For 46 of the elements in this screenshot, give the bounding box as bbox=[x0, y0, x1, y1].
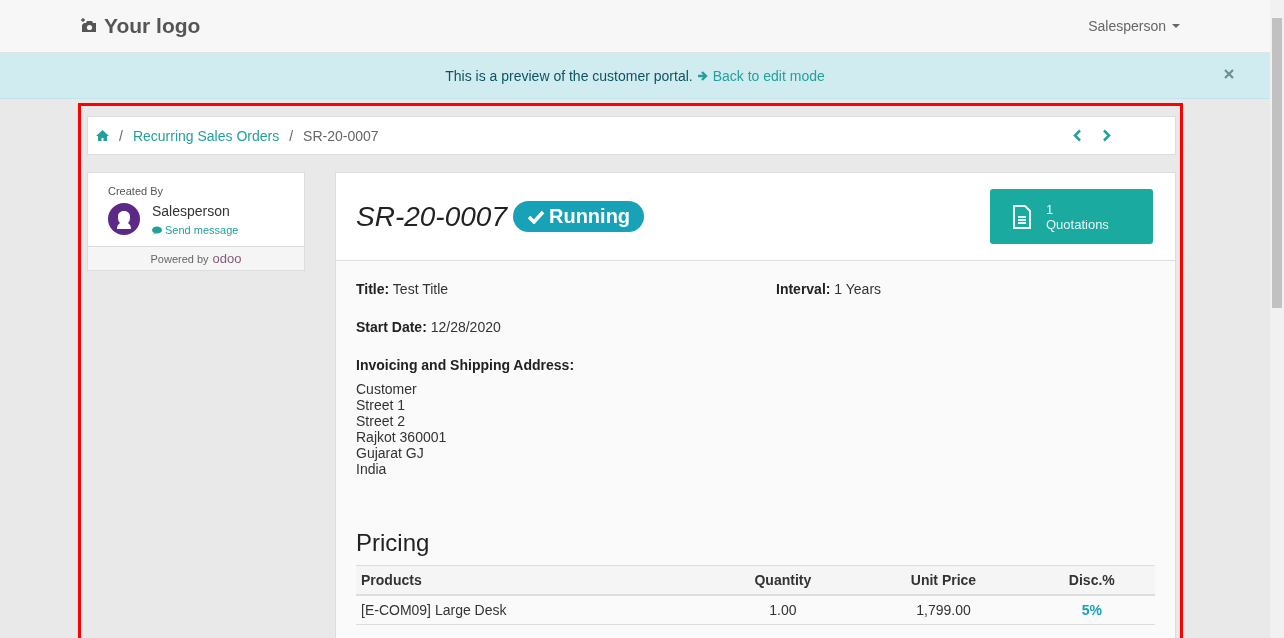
chat-bubble-icon bbox=[152, 225, 162, 235]
section-title: Pricing bbox=[356, 529, 431, 557]
arrow-right-icon bbox=[696, 69, 709, 82]
table-cell: [E-COM09] Large Desk bbox=[356, 595, 708, 625]
breadcrumb-current: SR-20-0007 bbox=[303, 127, 379, 144]
check-icon bbox=[527, 209, 545, 224]
breadcrumb-separator: / bbox=[289, 127, 294, 144]
field-text: Title: Test Title bbox=[356, 281, 450, 297]
address-line: Street 2 bbox=[356, 413, 407, 429]
user-menu[interactable]: Salesperson bbox=[1088, 18, 1180, 34]
document-icon bbox=[1012, 204, 1032, 229]
next-icon[interactable] bbox=[1102, 129, 1111, 142]
column-header: Disc.% bbox=[1028, 565, 1155, 595]
back-to-edit-link[interactable]: Back to edit mode bbox=[696, 67, 825, 84]
breadcrumb-separator: / bbox=[119, 127, 123, 144]
table-cell: 5% bbox=[1028, 595, 1155, 625]
camera-icon bbox=[80, 18, 98, 34]
column-header: Products bbox=[356, 565, 708, 595]
column-header: Quantity bbox=[707, 565, 859, 595]
field-text: Start Date: 12/28/2020 bbox=[356, 319, 502, 335]
order-number: SR-20-0007 bbox=[356, 200, 507, 233]
address-line: India bbox=[356, 461, 388, 477]
table-cell: 1,799.00 bbox=[858, 595, 1029, 625]
table-cell: 1.00 bbox=[707, 595, 859, 625]
powered-by-label: Powered by bbox=[150, 252, 209, 265]
logo[interactable]: Your logo bbox=[80, 14, 201, 38]
created-by-label: Created By bbox=[108, 185, 165, 197]
address-line: Rajkot 360001 bbox=[356, 429, 448, 445]
status-badge: Running bbox=[513, 201, 645, 232]
address-line: Customer bbox=[356, 381, 418, 397]
breadcrumb-link[interactable]: Recurring Sales Orders bbox=[132, 127, 280, 144]
previous-icon[interactable] bbox=[1073, 129, 1082, 142]
column-header: Unit Price bbox=[858, 565, 1029, 595]
field-text: Interval: 1 Years bbox=[776, 281, 883, 297]
address-line: Street 1 bbox=[356, 397, 407, 413]
person-name: Salesperson bbox=[152, 203, 231, 219]
quotations-button[interactable]: 1 Quotations bbox=[990, 189, 1153, 244]
brand-logo: odoo bbox=[212, 251, 242, 266]
send-message-link[interactable]: Send message bbox=[152, 224, 239, 236]
address-line: Gujarat GJ bbox=[356, 445, 425, 461]
home-icon[interactable] bbox=[96, 130, 109, 141]
scrollbar[interactable] bbox=[1270, 0, 1284, 638]
address-label: Invoicing and Shipping Address: bbox=[356, 357, 575, 373]
close-icon bbox=[1223, 68, 1235, 80]
alert-message: This is a preview of the customer portal. bbox=[445, 67, 693, 84]
avatar-icon bbox=[108, 203, 140, 235]
